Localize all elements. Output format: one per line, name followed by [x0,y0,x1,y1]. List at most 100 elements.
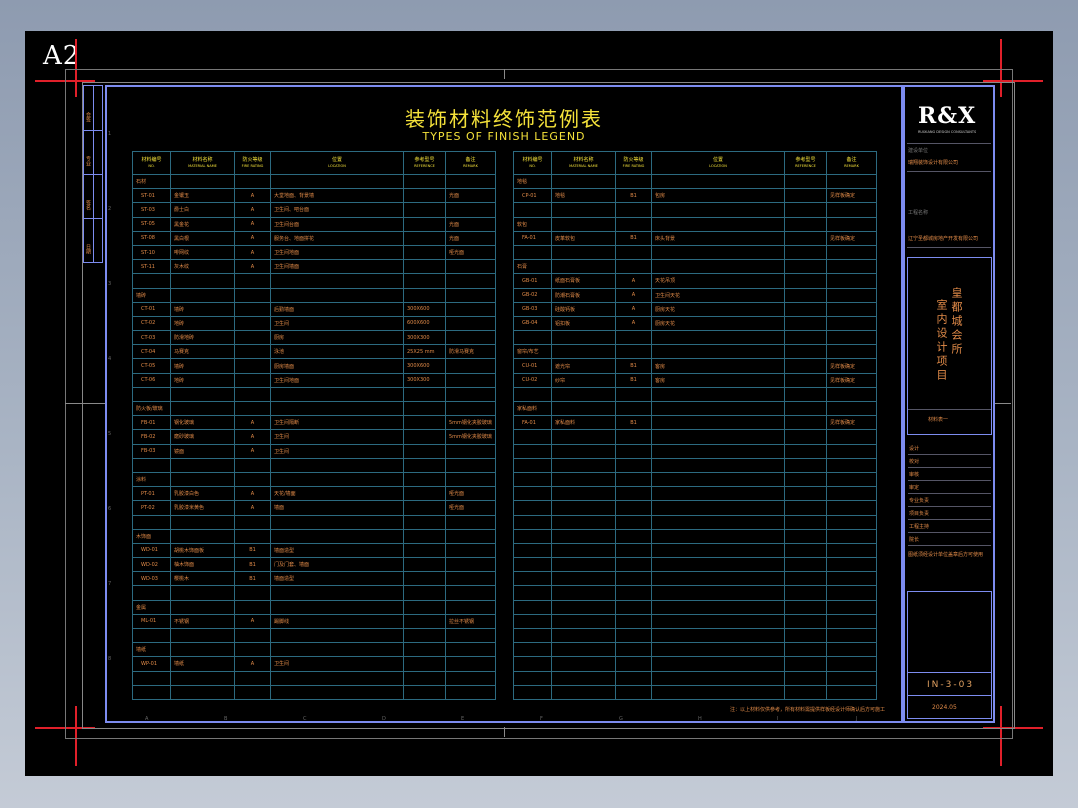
table-row [513,627,877,644]
table-cell [551,656,616,672]
table-cell [551,202,616,218]
drawing-date: 2024.05 [932,704,957,711]
table-cell: A [234,500,271,516]
table-cell [826,457,877,473]
table-cell [445,684,496,700]
table-cell: 5mm钢化夹胶玻璃 [445,429,496,445]
table-cell: B1 [234,557,271,573]
finish-legend-table-right: 材料编号 NO. 材料名称 MATERIAL NAME 防火等级 FIRE RATING 位… [513,151,877,700]
table-cell [551,599,616,615]
table-cell [651,386,785,403]
table-cell: 见样板确定 [826,188,877,204]
table-cell [826,429,877,445]
table-cell [270,642,404,658]
signature-row-line [908,454,991,455]
table-cell [826,486,877,502]
table-cell [445,528,496,544]
table-cell [784,571,827,587]
table-cell: B1 [234,571,271,587]
table-cell: 卫生间 [270,443,404,459]
table-cell [445,386,496,403]
table-cell: 防潮石膏板 [551,287,616,303]
table-cell [403,557,446,573]
table-cell: A [234,415,271,431]
stamp-note: 图纸须经设计单位盖章后方可使用 [908,552,984,558]
table-row: ST-11 灰木纹 A 卫生间墙面 [132,259,496,275]
table-cell: 见样板确定 [826,358,877,374]
axis-label: 7 [108,581,112,587]
axis-label: C [303,716,307,722]
table-cell [132,514,171,530]
column-header: 备注 REMARK [826,151,877,175]
signature-row-line [908,480,991,481]
table-cell: 卫生间 [270,315,404,332]
table-row: CT-04 马赛克 泳池 25X25 mm 防滑马赛克 [132,344,496,360]
table-cell [513,670,552,686]
table-cell: A [234,216,271,232]
table-cell: B1 [615,415,652,431]
table-cell [270,457,404,473]
table-cell: CU-02 [513,372,552,388]
column-header-en: NO. [529,164,536,168]
table-cell: 踢脚线 [270,613,404,630]
table-cell [826,301,877,317]
strip-label: 会签 [85,112,91,122]
table-cell [513,627,552,644]
table-row [513,528,877,544]
signature-row-label: 院长 [909,537,920,543]
table-cell [826,216,877,232]
table-cell [615,486,652,502]
table-row: CT-06 地砖 卫生间地面 300X300 [132,372,496,388]
table-cell [615,599,652,615]
table-cell [826,330,877,346]
table-cell: B1 [615,372,652,388]
column-header-en: LOCATION [328,164,346,168]
table-cell: 客房 [651,358,785,374]
table-cell [615,471,652,488]
table-cell [403,386,446,403]
table-cell [551,344,616,360]
table-row [513,330,877,346]
table-cell [784,471,827,488]
table-cell: 家私面料 [551,415,616,431]
axis-label: I [777,716,779,722]
table-row: CT-01 墙砖 后勤墙面 300X600 [132,301,496,317]
table-cell [170,642,235,658]
signature-row-line [908,532,991,533]
table-cell: A [234,443,271,459]
table-cell [270,287,404,303]
column-header-en: MATERIAL NAME [188,164,217,168]
table-cell [132,670,171,686]
table-cell: FA-01 [513,230,552,246]
table-cell [651,642,785,658]
table-cell [784,259,827,275]
table-cell [826,202,877,218]
table-row: 墙纸 [132,642,496,658]
table-cell: WP-01 [132,656,171,672]
table-cell [403,230,446,246]
table-cell [784,344,827,360]
table-cell [234,315,271,332]
table-cell [513,386,552,403]
table-cell: WD-01 [132,542,171,559]
table-cell: 钢化玻璃 [170,415,235,431]
table-cell [784,173,827,190]
table-cell [513,443,552,459]
axis-label: F [540,716,543,722]
drawing-sheet: A2 会签 专业 签名 日期 ABCDEFGHIJ 12345678 装饰材料终… [25,31,1053,776]
table-row: ML-01 不锈钢 A 踢脚线 拉丝不锈钢 [132,613,496,630]
table-cell [651,202,785,218]
signature-row-label: 设计 [909,446,920,452]
table-cell [551,173,616,190]
table-cell [826,599,877,615]
table-cell [615,400,652,417]
table-cell [234,471,271,488]
table-cell [551,514,616,530]
table-cell [784,557,827,573]
table-cell: 后勤墙面 [270,301,404,317]
table-row: CU-01 遮光帘 B1 客房 见样板确定 [513,358,877,374]
signature-row-label: 工程主持 [909,524,930,530]
table-cell [132,386,171,403]
table-row: PT-01 乳胶漆白色 A 天花/墙面 哑光面 [132,486,496,502]
table-cell [445,457,496,473]
